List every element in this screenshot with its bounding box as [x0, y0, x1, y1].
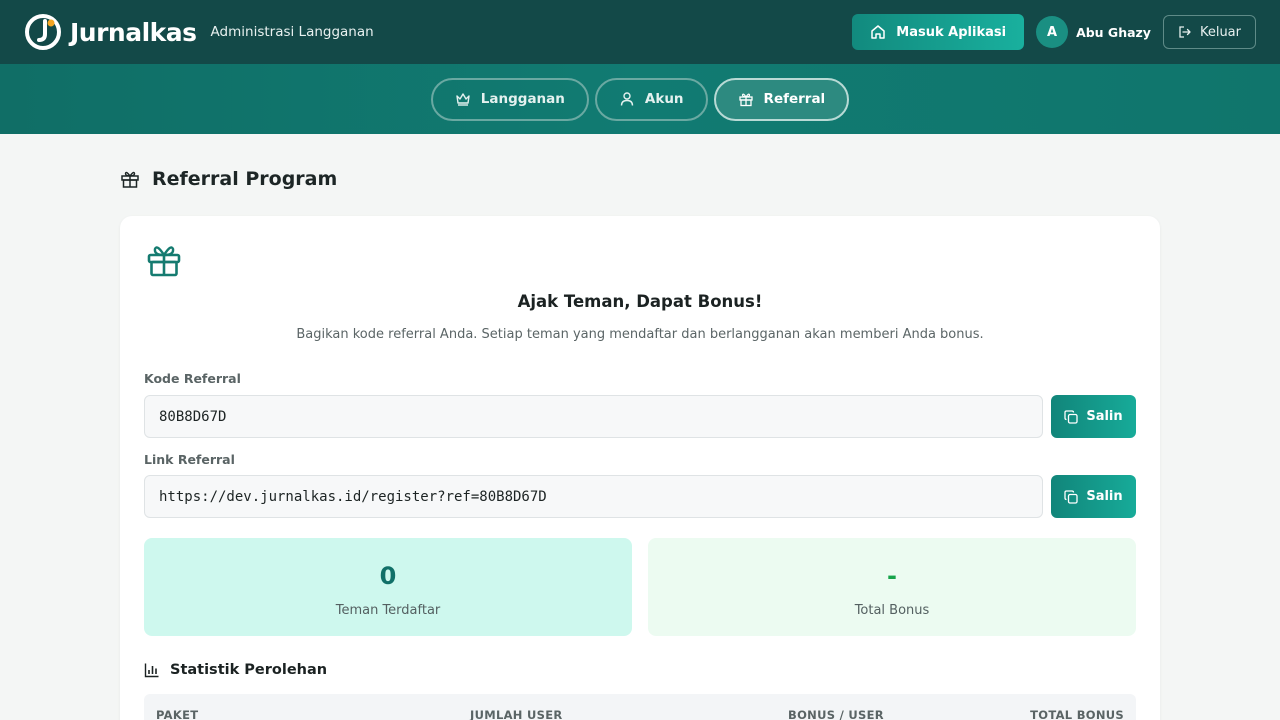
brand-subtitle: Administrasi Langganan [210, 24, 374, 40]
enter-app-button[interactable]: Masuk Aplikasi [852, 14, 1025, 50]
top-navbar: Jurnalkas Administrasi Langganan Masuk A… [0, 0, 1280, 64]
link-label: Link Referral [144, 452, 235, 467]
column-header-bonus-per-user[interactable]: BONUS / USER [788, 708, 884, 720]
registered-friends-value: 0 [379, 562, 397, 590]
bar-chart-icon [144, 663, 159, 678]
page-header: Referral Program [120, 168, 337, 190]
column-header-package[interactable]: PAKET [156, 708, 198, 720]
total-bonus-label: Total Bonus [854, 603, 930, 618]
tab-akun[interactable]: Akun [594, 77, 708, 121]
user-icon [620, 92, 634, 106]
jurnalkas-logo-icon [24, 13, 62, 51]
user-name: Abu Ghazy [1076, 24, 1151, 40]
registered-friends-stat: 0 Teman Terdaftar [144, 538, 632, 636]
crown-icon [456, 93, 470, 106]
copy-icon [1064, 489, 1078, 504]
gift-icon [121, 171, 139, 188]
tab-label: Akun [644, 91, 684, 107]
earnings-section-header: Statistik Perolehan [144, 662, 327, 678]
copy-link-button[interactable]: Salin [1051, 475, 1136, 518]
user-menu[interactable]: A Abu Ghazy [1036, 16, 1151, 48]
referral-card: Ajak Teman, Dapat Bonus! Bagikan kode re… [120, 216, 1160, 720]
page-title: Referral Program [152, 168, 338, 190]
brand[interactable]: Jurnalkas Administrasi Langganan [24, 13, 374, 51]
referral-code-field[interactable]: 80B8D67D [144, 395, 1043, 438]
earnings-table-header: PAKET JUMLAH USER BONUS / USER TOTAL BON… [144, 694, 1136, 720]
tab-label: Referral [763, 91, 826, 107]
tab-referral[interactable]: Referral [713, 77, 850, 121]
enter-app-label: Masuk Aplikasi [896, 24, 1007, 40]
logout-icon [1179, 26, 1191, 38]
copy-icon [1064, 409, 1078, 424]
total-bonus-stat: - Total Bonus [648, 538, 1136, 636]
copy-label: Salin [1086, 489, 1123, 504]
code-label: Kode Referral [144, 371, 241, 386]
tab-langganan[interactable]: Langganan [430, 77, 589, 121]
logout-label: Keluar [1199, 24, 1241, 40]
logout-button[interactable]: Keluar [1162, 15, 1256, 49]
avatar: A [1036, 16, 1069, 48]
tab-bar: Langganan Akun Referral [0, 64, 1280, 134]
referral-heading: Ajak Teman, Dapat Bonus! [517, 292, 763, 311]
referral-description: Bagikan kode referral Anda. Setiap teman… [296, 327, 984, 342]
copy-label: Salin [1086, 409, 1123, 424]
gift-icon [738, 93, 753, 107]
home-icon [871, 25, 886, 39]
earnings-title: Statistik Perolehan [170, 662, 328, 678]
tab-label: Langganan [480, 91, 565, 107]
registered-friends-label: Teman Terdaftar [335, 603, 441, 618]
total-bonus-value: - [887, 562, 897, 590]
gift-icon [146, 242, 182, 282]
column-header-total-bonus[interactable]: TOTAL BONUS [1030, 708, 1124, 720]
copy-code-button[interactable]: Salin [1051, 395, 1136, 438]
referral-link-field[interactable]: https://dev.jurnalkas.id/register?ref=80… [144, 475, 1043, 518]
brand-name: Jurnalkas [70, 17, 197, 47]
column-header-user-count[interactable]: JUMLAH USER [470, 708, 563, 720]
